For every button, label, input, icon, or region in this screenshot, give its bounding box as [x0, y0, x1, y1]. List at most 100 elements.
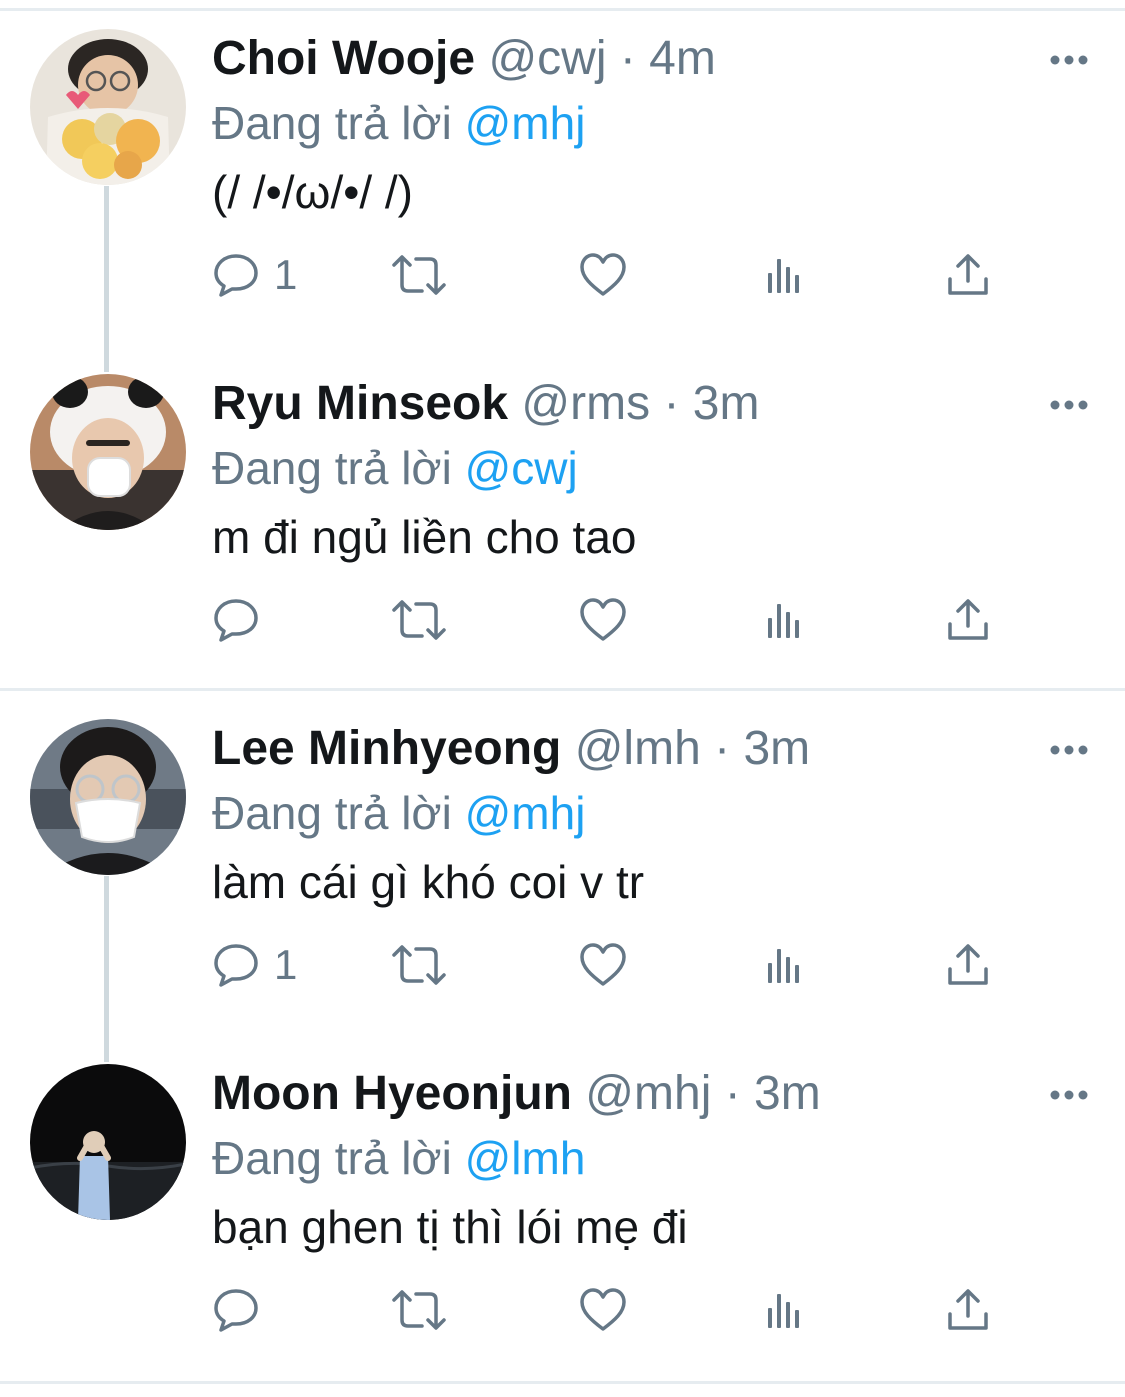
like-button[interactable] [578, 588, 628, 652]
reply-button[interactable]: 1 [212, 933, 297, 997]
mention-link[interactable]: @lmh [465, 1132, 586, 1184]
heart-icon [580, 943, 626, 986]
bar-chart-icon [768, 1294, 799, 1328]
share-upload-icon [948, 944, 988, 985]
more-options-button[interactable] [1049, 40, 1089, 80]
reply-button[interactable]: 1 [212, 243, 297, 307]
separator-dot: · [663, 377, 680, 430]
views-button[interactable] [764, 1278, 808, 1342]
reply-button[interactable] [212, 1278, 274, 1342]
share-upload-icon [948, 254, 988, 295]
share-button[interactable] [944, 933, 992, 997]
retweet-button[interactable] [390, 933, 448, 997]
retweet-button[interactable] [390, 588, 448, 652]
avatar[interactable] [30, 719, 186, 875]
username-handle[interactable]: @lmh [575, 722, 701, 775]
display-name[interactable]: Lee Minhyeong [212, 722, 561, 775]
views-button[interactable] [764, 243, 808, 307]
avatar[interactable] [30, 29, 186, 185]
speech-bubble-icon [214, 1289, 258, 1332]
bar-chart-icon [768, 259, 799, 293]
display-name[interactable]: Moon Hyeonjun [212, 1067, 572, 1120]
retweet-button[interactable] [390, 1278, 448, 1342]
replying-to: Đang trả lời @mhj [212, 93, 585, 153]
share-button[interactable] [944, 1278, 992, 1342]
mention-link[interactable]: @cwj [465, 442, 578, 494]
views-button[interactable] [764, 588, 808, 652]
username-handle[interactable]: @mhj [585, 1067, 711, 1120]
tweet-text: bạn ghen tị thì lói mẹ đi [212, 1201, 688, 1253]
action-bar: 1 [0, 243, 1125, 307]
separator-dot: · [714, 722, 731, 775]
reply-count: 1 [274, 251, 298, 298]
share-upload-icon [948, 599, 988, 640]
username-handle[interactable]: @cwj [488, 32, 606, 85]
tweet[interactable]: Lee Minhyeong @lmh · 3m Đang trả lời @mh… [0, 690, 1125, 1035]
more-dots-icon [1050, 400, 1088, 410]
share-button[interactable] [944, 588, 992, 652]
avatar[interactable] [30, 374, 186, 530]
action-bar: 1 [0, 933, 1125, 997]
like-button[interactable] [578, 243, 628, 307]
tweet[interactable]: Moon Hyeonjun @mhj · 3m Đang trả lời @lm… [0, 1035, 1125, 1380]
tweet-text: làm cái gì khó coi v tr [212, 856, 645, 908]
replying-to: Đang trả lời @cwj [212, 438, 578, 498]
bar-chart-icon [768, 949, 799, 983]
separator-dot: · [619, 32, 636, 85]
retweet-arrows-icon [392, 255, 446, 295]
speech-bubble-icon [214, 254, 258, 297]
bar-chart-icon [768, 604, 799, 638]
separator-dot: · [724, 1067, 741, 1120]
tweet-header: Ryu Minseok @rms · 3m [212, 372, 759, 436]
display-name[interactable]: Ryu Minseok [212, 377, 508, 430]
tweet-feed: Choi Wooje @cwj · 4m Đang trả lời @mhj (… [0, 0, 1125, 1397]
like-button[interactable] [578, 933, 628, 997]
timestamp[interactable]: 3m [754, 1067, 821, 1120]
timestamp[interactable]: 3m [693, 377, 760, 430]
heart-icon [580, 1288, 626, 1331]
more-options-button[interactable] [1049, 1075, 1089, 1115]
more-dots-icon [1050, 745, 1088, 755]
share-button[interactable] [944, 243, 992, 307]
tweet-header: Lee Minhyeong @lmh · 3m [212, 717, 810, 781]
mention-link[interactable]: @mhj [465, 787, 586, 839]
username-handle[interactable]: @rms [521, 377, 650, 430]
replying-prefix: Đang trả lời [212, 97, 452, 149]
views-button[interactable] [764, 933, 808, 997]
speech-bubble-icon [214, 599, 258, 642]
heart-icon [580, 253, 626, 296]
heart-icon [580, 598, 626, 641]
tweet-header: Moon Hyeonjun @mhj · 3m [212, 1062, 821, 1126]
tweet-header: Choi Wooje @cwj · 4m [212, 27, 716, 91]
reply-count: 1 [274, 941, 298, 988]
reply-button[interactable] [212, 588, 274, 652]
tweet[interactable]: Choi Wooje @cwj · 4m Đang trả lời @mhj (… [0, 0, 1125, 345]
more-options-button[interactable] [1049, 385, 1089, 425]
replying-to: Đang trả lời @lmh [212, 1128, 585, 1188]
mention-link[interactable]: @mhj [465, 97, 586, 149]
replying-prefix: Đang trả lời [212, 1132, 452, 1184]
speech-bubble-icon [214, 944, 258, 987]
replying-to: Đang trả lời @mhj [212, 783, 585, 843]
tweet[interactable]: Ryu Minseok @rms · 3m Đang trả lời @cwj … [0, 345, 1125, 690]
retweet-arrows-icon [392, 1290, 446, 1330]
more-dots-icon [1050, 55, 1088, 65]
timestamp[interactable]: 3m [743, 722, 810, 775]
divider [0, 1381, 1125, 1384]
retweet-button[interactable] [390, 243, 448, 307]
tweet-text: m đi ngủ liền cho tao [212, 511, 637, 563]
action-bar [0, 1278, 1125, 1342]
display-name[interactable]: Choi Wooje [212, 32, 475, 85]
more-dots-icon [1050, 1090, 1088, 1100]
retweet-arrows-icon [392, 945, 446, 985]
retweet-arrows-icon [392, 600, 446, 640]
action-bar [0, 588, 1125, 652]
replying-prefix: Đang trả lời [212, 787, 452, 839]
like-button[interactable] [578, 1278, 628, 1342]
share-upload-icon [948, 1289, 988, 1330]
tweet-text: (/ /•/ω/•/ /) [212, 166, 414, 218]
avatar[interactable] [30, 1064, 186, 1220]
replying-prefix: Đang trả lời [212, 442, 452, 494]
timestamp[interactable]: 4m [649, 32, 716, 85]
more-options-button[interactable] [1049, 730, 1089, 770]
